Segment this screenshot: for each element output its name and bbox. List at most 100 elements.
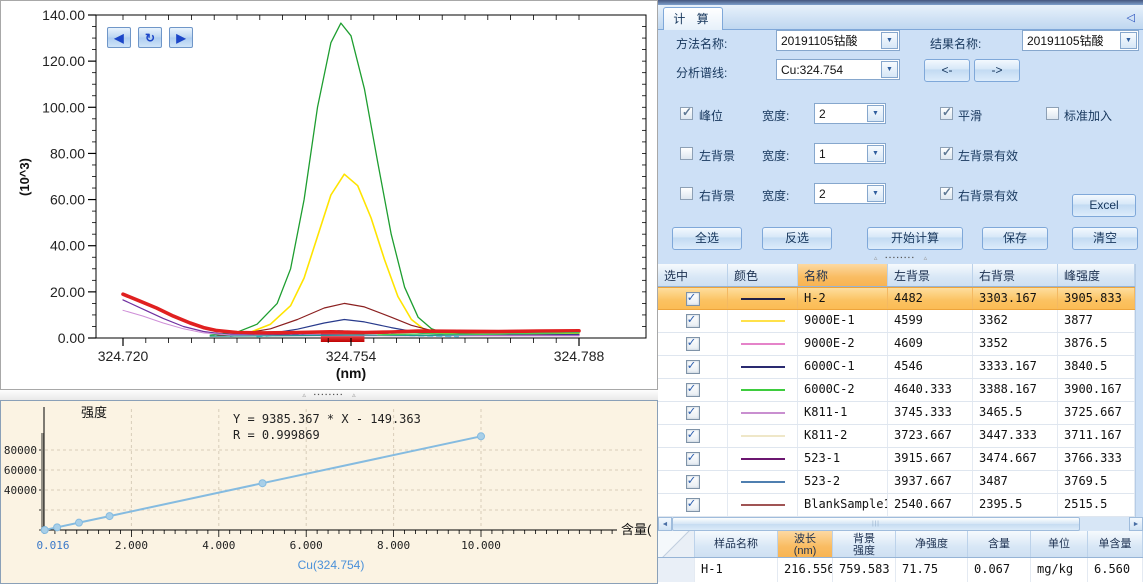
calibration-svg: 4000060000800002.0004.0006.0008.00010.00… <box>1 401 657 583</box>
row-checkbox[interactable] <box>686 406 700 420</box>
scrollbar-thumb[interactable]: ||| <box>672 517 1080 531</box>
table-row[interactable]: H-244823303.1673905.833 <box>658 287 1143 310</box>
next-spectrum-button[interactable]: ▶ <box>169 27 193 48</box>
right-background-label: 右背景 <box>699 187 735 204</box>
sample-table-row[interactable]: H-1216.556759.58371.750.067mg/kg6.560 <box>658 558 1143 582</box>
scroll-left-icon[interactable]: ◄ <box>658 517 672 531</box>
value-cell: 4482 <box>888 288 973 309</box>
row-checkbox[interactable] <box>686 360 700 374</box>
chevron-down-icon[interactable]: ▼ <box>881 32 898 49</box>
chevron-down-icon[interactable]: ▼ <box>1120 32 1137 49</box>
row-checkbox[interactable] <box>686 383 700 397</box>
name-cell: K811-1 <box>798 402 888 424</box>
column-header[interactable]: 颜色 <box>728 264 798 286</box>
select-all-button[interactable]: 全选 <box>672 227 742 250</box>
chevron-down-icon[interactable]: ▼ <box>867 145 884 162</box>
row-selector-cell[interactable] <box>658 558 695 582</box>
right-bg-valid-checkbox[interactable] <box>940 187 953 200</box>
table-row[interactable]: 9000E-1459933623877 <box>658 310 1143 333</box>
table-row[interactable]: 9000E-2460933523876.5 <box>658 333 1143 356</box>
prev-spectrum-button[interactable]: ◀ <box>107 27 131 48</box>
horizontal-splitter-right[interactable]: ▵ ▪▪▪▪▪▪▪▪ ▵ <box>658 252 1143 264</box>
table-row[interactable]: K811-23723.6673447.3333711.167 <box>658 425 1143 448</box>
method-name-value: 20191105钴酸 <box>777 31 880 50</box>
name-cell: K811-2 <box>798 425 888 447</box>
results-table-right-strip <box>1135 264 1143 517</box>
chevron-down-icon[interactable]: ▼ <box>867 105 884 122</box>
column-header[interactable]: 名称 <box>798 264 888 286</box>
chevron-down-icon[interactable]: ▼ <box>881 61 898 78</box>
method-name-select[interactable]: 20191105钴酸 ▼ <box>776 30 900 51</box>
column-header[interactable]: 背景强度 <box>833 531 896 557</box>
start-calculation-button[interactable]: 开始计算 <box>867 227 963 250</box>
svg-text:6.000: 6.000 <box>290 539 323 552</box>
table-row[interactable]: K811-13745.3333465.53725.667 <box>658 402 1143 425</box>
row-checkbox[interactable] <box>686 314 700 328</box>
series-color-line <box>741 481 785 483</box>
column-header[interactable]: 选中 <box>658 264 728 286</box>
corner-cell[interactable] <box>658 531 695 557</box>
right-background-checkbox[interactable] <box>680 187 693 200</box>
row-checkbox[interactable] <box>686 337 700 351</box>
row-checkbox[interactable] <box>686 429 700 443</box>
standard-addition-checkbox[interactable] <box>1046 107 1059 120</box>
svg-text:R = 0.999869: R = 0.999869 <box>233 428 320 442</box>
row-checkbox[interactable] <box>686 475 700 489</box>
smooth-checkbox[interactable] <box>940 107 953 120</box>
checkbox-cell <box>658 288 728 309</box>
column-header[interactable]: 右背景 <box>973 264 1058 286</box>
invert-selection-button[interactable]: 反选 <box>762 227 832 250</box>
column-header[interactable]: 峰强度 <box>1058 264 1135 286</box>
column-header[interactable]: 单含量 <box>1088 531 1143 557</box>
column-header[interactable]: 净强度 <box>896 531 968 557</box>
save-button[interactable]: 保存 <box>982 227 1048 250</box>
refresh-icon[interactable]: ↻ <box>138 27 162 48</box>
checkbox-cell <box>658 333 728 355</box>
value-cell: 3915.667 <box>888 448 973 470</box>
scrollbar-track[interactable] <box>1080 517 1129 531</box>
value-cell: 3745.333 <box>888 402 973 424</box>
excel-export-button[interactable]: Excel <box>1072 194 1136 217</box>
right-bg-width-select[interactable]: 2 ▼ <box>814 183 886 204</box>
value-cell: mg/kg <box>1031 558 1088 582</box>
table-row[interactable]: 6000C-24640.3333388.1673900.167 <box>658 379 1143 402</box>
svg-text:Y = 9385.367 * X - 149.363: Y = 9385.367 * X - 149.363 <box>233 412 421 426</box>
next-result-button[interactable]: -> <box>974 59 1020 82</box>
left-bg-valid-checkbox[interactable] <box>940 147 953 160</box>
left-bg-width-value: 1 <box>815 144 866 163</box>
collapse-panel-icon[interactable]: ◁ <box>1127 11 1135 24</box>
column-header[interactable]: 单位 <box>1031 531 1088 557</box>
analysis-line-select[interactable]: Cu:324.754 ▼ <box>776 59 900 80</box>
row-checkbox[interactable] <box>686 292 700 306</box>
table-row[interactable]: 6000C-145463333.1673840.5 <box>658 356 1143 379</box>
scroll-right-icon[interactable]: ► <box>1129 517 1143 531</box>
horizontal-scrollbar[interactable]: ◄ ||| ► <box>658 517 1143 531</box>
series-color-line <box>741 389 785 391</box>
horizontal-splitter-left[interactable]: ▵ ▪▪▪▪▪▪▪▪ ▵ <box>0 390 658 400</box>
tab-calculate[interactable]: 计 算 <box>663 7 723 30</box>
peak-width-select[interactable]: 2 ▼ <box>814 103 886 124</box>
column-header[interactable]: 波长(nm) <box>778 531 833 557</box>
svg-text:(10^3): (10^3) <box>17 158 32 196</box>
prev-result-button[interactable]: <- <box>924 59 970 82</box>
column-header[interactable]: 样品名称 <box>695 531 778 557</box>
color-cell <box>728 288 798 309</box>
table-row[interactable]: BlankSample12540.6672395.52515.5 <box>658 494 1143 517</box>
row-checkbox[interactable] <box>686 452 700 466</box>
clear-button[interactable]: 清空 <box>1072 227 1138 250</box>
peak-position-checkbox[interactable] <box>680 107 693 120</box>
table-row[interactable]: 523-13915.6673474.6673766.333 <box>658 448 1143 471</box>
value-cell: 4640.333 <box>888 379 973 401</box>
series-color-line <box>741 435 785 437</box>
chevron-down-icon[interactable]: ▼ <box>867 185 884 202</box>
left-background-checkbox[interactable] <box>680 147 693 160</box>
svg-text:40.00: 40.00 <box>50 238 85 254</box>
row-checkbox[interactable] <box>686 498 700 512</box>
column-header[interactable]: 含量 <box>968 531 1031 557</box>
spectral-nav-toolbar: ◀ ↻ ▶ <box>107 27 193 48</box>
result-name-select[interactable]: 20191105钴酸 ▼ <box>1022 30 1139 51</box>
name-cell: 6000C-1 <box>798 356 888 378</box>
column-header[interactable]: 左背景 <box>888 264 973 286</box>
table-row[interactable]: 523-23937.66734873769.5 <box>658 471 1143 494</box>
left-bg-width-select[interactable]: 1 ▼ <box>814 143 886 164</box>
